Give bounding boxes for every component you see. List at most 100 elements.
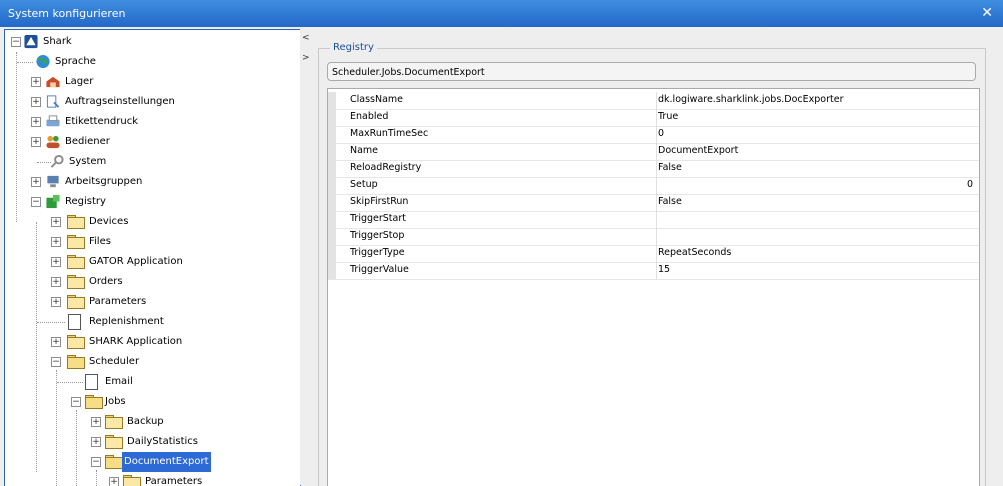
collapse-icon[interactable]: − (31, 197, 41, 207)
expand-icon[interactable]: + (51, 297, 61, 307)
property-value[interactable]: False (658, 196, 682, 207)
property-row[interactable]: ReloadRegistry False (328, 160, 979, 178)
property-key: Name (350, 145, 379, 156)
row-gutter (328, 109, 336, 126)
property-key: TriggerStop (350, 230, 405, 241)
expand-icon[interactable]: + (31, 117, 41, 127)
property-row[interactable]: Setup 0 (328, 177, 979, 195)
collapse-icon[interactable]: − (71, 397, 81, 407)
row-gutter (328, 211, 336, 228)
property-value[interactable]: DocumentExport (658, 145, 738, 156)
column-separator (656, 245, 657, 262)
tree-item-label: Replenishment (89, 316, 164, 327)
tree-item-label: Parameters (145, 476, 203, 486)
property-row[interactable]: TriggerStart (328, 211, 979, 229)
tree-item-label: DailyStatistics (127, 436, 199, 447)
tree-item-label: System (69, 156, 107, 167)
expand-icon[interactable]: + (51, 337, 61, 347)
folder-icon (67, 275, 85, 289)
expand-icon[interactable]: + (51, 217, 61, 227)
tree-item-label: Arbeitsgruppen (65, 176, 143, 187)
pane-splitter[interactable]: < > (300, 29, 312, 485)
property-value[interactable]: 15 (658, 264, 670, 275)
expand-icon[interactable]: + (31, 97, 41, 107)
row-gutter (328, 245, 336, 262)
warehouse-icon (46, 76, 60, 88)
label-printer-icon (46, 115, 60, 127)
tree-item-label: Bediener (65, 136, 110, 147)
tree-item-label: Jobs (105, 396, 126, 407)
property-row[interactable]: Enabled True (328, 109, 979, 127)
document-icon (68, 314, 81, 330)
tree-line (16, 52, 17, 222)
column-separator (656, 262, 657, 279)
property-value[interactable]: False (658, 162, 682, 173)
property-key: Setup (350, 179, 378, 190)
expand-right-arrow-icon[interactable]: > (302, 53, 310, 63)
row-gutter (328, 160, 336, 177)
property-key: Enabled (350, 111, 389, 122)
expand-icon[interactable]: + (51, 257, 61, 267)
property-value[interactable]: True (658, 111, 678, 122)
tree-line (96, 470, 97, 486)
property-key: TriggerType (350, 247, 405, 258)
config-tree[interactable]: − Shark Sprache + Lager + Auftragseinste… (4, 29, 301, 486)
expand-icon[interactable]: + (51, 277, 61, 287)
registry-icon (46, 194, 60, 209)
collapse-icon[interactable]: − (51, 357, 61, 367)
property-value[interactable]: 0 (658, 128, 664, 139)
column-separator (656, 92, 657, 109)
tree-item-label: GATOR Application (89, 256, 183, 267)
folder-icon (67, 335, 85, 349)
property-row[interactable]: TriggerStop (328, 228, 979, 246)
row-gutter (328, 177, 336, 194)
column-separator (656, 109, 657, 126)
expand-icon[interactable]: + (91, 437, 101, 447)
row-gutter (328, 262, 336, 279)
collapse-icon[interactable]: − (91, 457, 101, 467)
expand-icon[interactable]: + (51, 237, 61, 247)
property-row[interactable]: ClassName dk.logiware.sharklink.jobs.DocE… (328, 92, 979, 110)
document-icon (85, 374, 98, 390)
expand-icon[interactable]: + (31, 177, 41, 187)
window-title: System konfigurieren (8, 7, 126, 20)
column-separator (656, 228, 657, 245)
row-gutter (328, 92, 336, 109)
shark-icon (24, 34, 38, 49)
property-row[interactable]: SkipFirstRun False (328, 194, 979, 212)
tree-line (56, 370, 57, 486)
collapse-left-arrow-icon[interactable]: < (302, 33, 310, 43)
close-icon[interactable]: ✕ (981, 5, 993, 21)
property-key: TriggerStart (350, 213, 406, 224)
column-separator (656, 211, 657, 228)
tree-item-label: Registry (65, 196, 106, 207)
registry-path-text: Scheduler.Jobs.DocumentExport (332, 67, 485, 78)
tree-item-label: Backup (127, 416, 164, 427)
property-grid[interactable]: ClassName dk.logiware.sharklink.jobs.DocE… (327, 88, 980, 486)
property-row[interactable]: TriggerValue 15 (328, 262, 979, 280)
folder-icon (123, 475, 141, 486)
column-separator (656, 126, 657, 143)
tree-item-label: Etikettendruck (65, 116, 139, 127)
tree-item-label: Scheduler (89, 356, 140, 367)
row-gutter (328, 228, 336, 245)
property-row[interactable]: TriggerType RepeatSeconds (328, 245, 979, 263)
collapse-icon[interactable]: − (11, 37, 21, 47)
column-separator (656, 143, 657, 160)
property-value[interactable]: dk.logiware.sharklink.jobs.DocExporter (658, 94, 844, 105)
property-value[interactable]: 0 (967, 179, 973, 190)
property-key: SkipFirstRun (350, 196, 409, 207)
property-row[interactable]: Name DocumentExport (328, 143, 979, 161)
expand-icon[interactable]: + (31, 137, 41, 147)
property-row[interactable]: MaxRunTimeSec 0 (328, 126, 979, 144)
folder-icon (105, 415, 123, 429)
property-key: MaxRunTimeSec (350, 128, 429, 139)
column-separator (656, 194, 657, 211)
expand-icon[interactable]: + (91, 417, 101, 427)
tree-item-label: Lager (65, 76, 94, 87)
property-value[interactable]: RepeatSeconds (658, 247, 731, 258)
expand-icon[interactable]: + (31, 77, 41, 87)
tree-line (36, 222, 37, 472)
registry-legend: Registry (330, 42, 377, 53)
folder-icon (105, 435, 123, 449)
